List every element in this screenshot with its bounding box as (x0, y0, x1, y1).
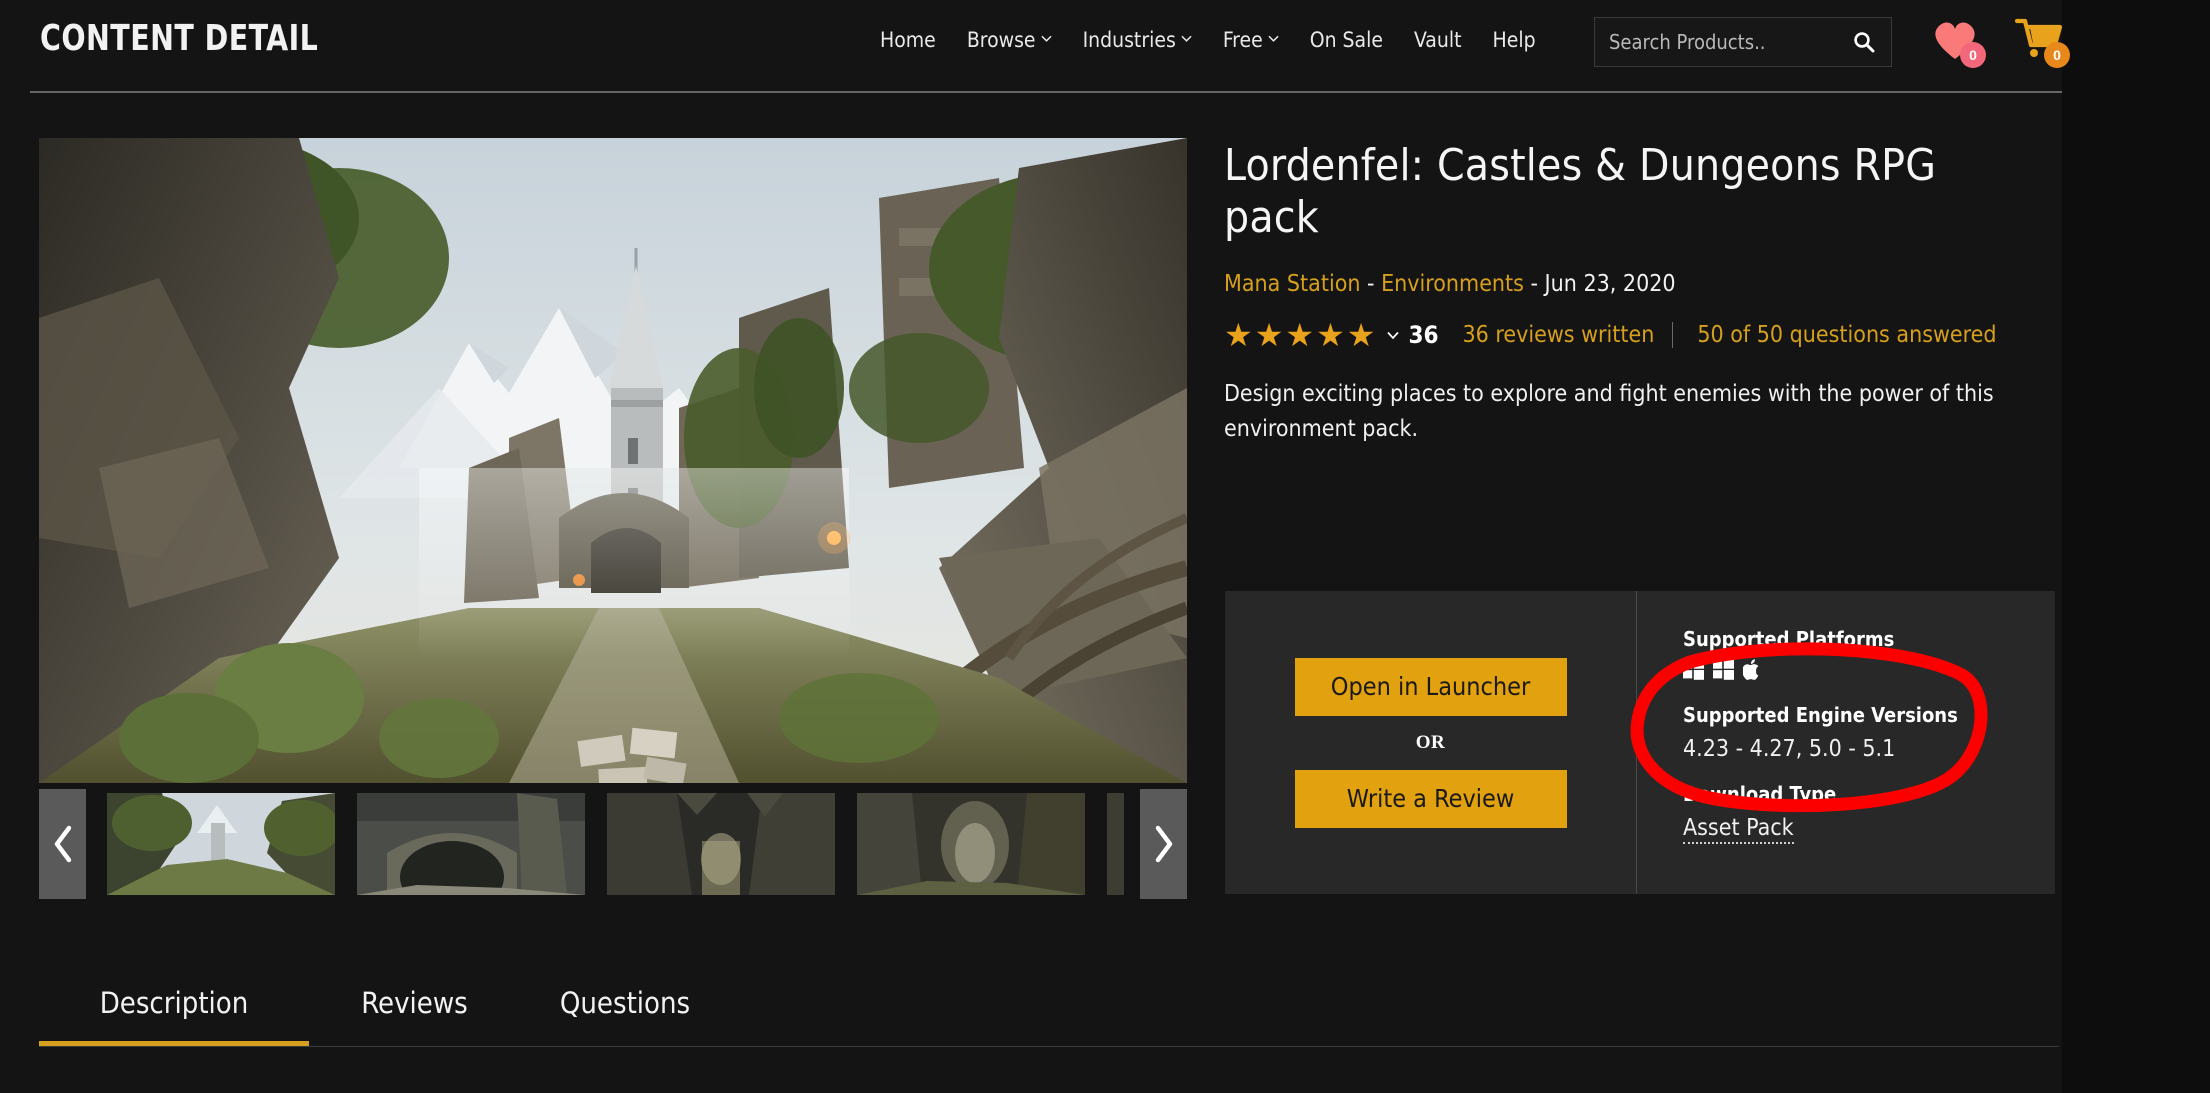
spec-value-wrap: Asset Pack (1683, 815, 2055, 844)
windows-icon (1683, 659, 1704, 685)
nav-item-free[interactable]: Free (1223, 28, 1279, 52)
nav-label: Vault (1414, 28, 1462, 52)
chevron-down-icon (1040, 33, 1052, 44)
product-meta: Mana Station - Environments - Jun 23, 20… (1224, 270, 1676, 297)
main-navigation: Home Browse Industries Free On Sale Vaul… (880, 28, 1536, 52)
nav-item-on-sale[interactable]: On Sale (1310, 28, 1383, 52)
nav-label: Industries (1082, 28, 1176, 52)
spec-download-type: Download Type Asset Pack (1683, 782, 2055, 844)
nav-label: Help (1492, 28, 1536, 52)
search-box[interactable] (1594, 17, 1892, 67)
hero-image[interactable] (39, 138, 1187, 783)
thumbnail-item[interactable] (607, 793, 835, 895)
product-description: Design exciting places to explore and fi… (1224, 380, 1994, 443)
spec-supported-platforms: Supported Platforms (1683, 627, 2055, 683)
reviews-written-link[interactable]: 36 reviews written (1462, 322, 1654, 348)
content-tabs: Description Reviews Questions (39, 960, 2059, 1050)
thumbnail-item[interactable] (1107, 793, 1124, 895)
tab-list: Description Reviews Questions (39, 960, 2059, 1046)
nav-item-home[interactable]: Home (880, 28, 936, 52)
write-a-review-button[interactable]: Write a Review (1294, 769, 1567, 828)
nav-item-industries[interactable]: Industries (1083, 28, 1192, 52)
rating-count: 36 (1408, 320, 1439, 349)
platform-icon-list (1683, 659, 2055, 685)
chevron-down-icon (1268, 33, 1279, 44)
header-divider (30, 91, 2062, 93)
nav-label: On Sale (1309, 28, 1384, 52)
hero-artwork (39, 138, 1187, 783)
search-icon[interactable] (1851, 29, 1877, 55)
tab-label: Reviews (361, 986, 468, 1020)
wishlist-count-badge: 0 (1960, 42, 1986, 68)
seller-link[interactable]: Mana Station (1224, 271, 1360, 297)
open-in-launcher-button[interactable]: Open in Launcher (1294, 657, 1567, 716)
questions-answered-link[interactable]: 50 of 50 questions answered (1697, 322, 1996, 348)
spec-value: 4.23 - 4.27, 5.0 - 5.1 (1683, 736, 1896, 762)
nav-label: Free (1222, 28, 1263, 52)
thumbnail-carousel (39, 789, 1187, 899)
product-details: Lordenfel: Castles & Dungeons RPG pack M… (1224, 140, 2054, 448)
star-icon: ★ (1285, 316, 1315, 353)
star-icon: ★ (1346, 316, 1376, 353)
nav-label: Browse (966, 28, 1036, 52)
apple-icon (1742, 659, 1762, 685)
product-title: Lordenfel: Castles & Dungeons RPG pack (1224, 140, 1937, 243)
star-icon: ★ (1224, 316, 1253, 353)
nav-label: Home (880, 28, 936, 52)
tab-label: Description (99, 986, 249, 1020)
chevron-left-icon[interactable] (39, 789, 86, 899)
chevron-down-icon[interactable] (1386, 328, 1400, 342)
chevron-down-icon (1181, 33, 1192, 44)
right-gutter (2062, 0, 2210, 1093)
or-separator: OR (1415, 731, 1446, 753)
spec-label: Download Type (1683, 782, 1837, 806)
download-type-link[interactable]: Asset Pack (1683, 815, 1794, 844)
purchase-actions: Open in Launcher OR Write a Review (1225, 591, 1636, 894)
spec-label: Supported Engine Versions (1683, 703, 1958, 727)
nav-item-help[interactable]: Help (1493, 28, 1536, 52)
tab-description[interactable]: Description (39, 960, 309, 1046)
windows-icon (1713, 659, 1734, 685)
category-link[interactable]: Environments (1381, 271, 1524, 297)
search-input[interactable] (1609, 30, 1851, 54)
star-icon: ★ (1316, 316, 1345, 353)
product-specs: Supported Platforms Supported Engine Ver… (1636, 591, 2055, 894)
wishlist-button[interactable]: 0 (1930, 16, 1986, 68)
header-icons: 0 0 (1930, 16, 2070, 68)
thumbnail-item[interactable] (357, 793, 585, 895)
thumbnail-item[interactable] (107, 793, 335, 895)
spec-supported-engine-versions: Supported Engine Versions 4.23 - 4.27, 5… (1683, 703, 2055, 762)
tab-questions[interactable]: Questions (520, 960, 730, 1046)
tabs-divider (39, 1046, 2059, 1047)
chevron-right-icon[interactable] (1140, 789, 1187, 899)
site-header: CONTENT DETAIL Home Browse Industries Fr… (0, 0, 2070, 94)
star-icon: ★ (1254, 316, 1284, 353)
thumbnail-list (107, 793, 1124, 895)
divider (1672, 321, 1674, 348)
star-rating: ★ ★ ★ ★ ★ (1224, 319, 1375, 351)
content-detail-page: CONTENT DETAIL Home Browse Industries Fr… (0, 0, 2210, 1093)
cart-count-badge: 0 (2044, 42, 2070, 68)
page-title: CONTENT DETAIL (40, 18, 319, 59)
thumbnail-item[interactable] (857, 793, 1085, 895)
tab-reviews[interactable]: Reviews (309, 960, 520, 1046)
tab-label: Questions (559, 986, 691, 1020)
purchase-panel: Open in Launcher OR Write a Review Suppo… (1225, 591, 2055, 894)
spec-label: Supported Platforms (1683, 627, 1895, 651)
rating-row: ★ ★ ★ ★ ★ 36 36 reviews written 50 of 50… (1224, 319, 2054, 351)
nav-item-vault[interactable]: Vault (1414, 28, 1462, 52)
nav-item-browse[interactable]: Browse (967, 28, 1052, 52)
cart-button[interactable]: 0 (2014, 16, 2070, 68)
release-date: Jun 23, 2020 (1544, 270, 1676, 297)
